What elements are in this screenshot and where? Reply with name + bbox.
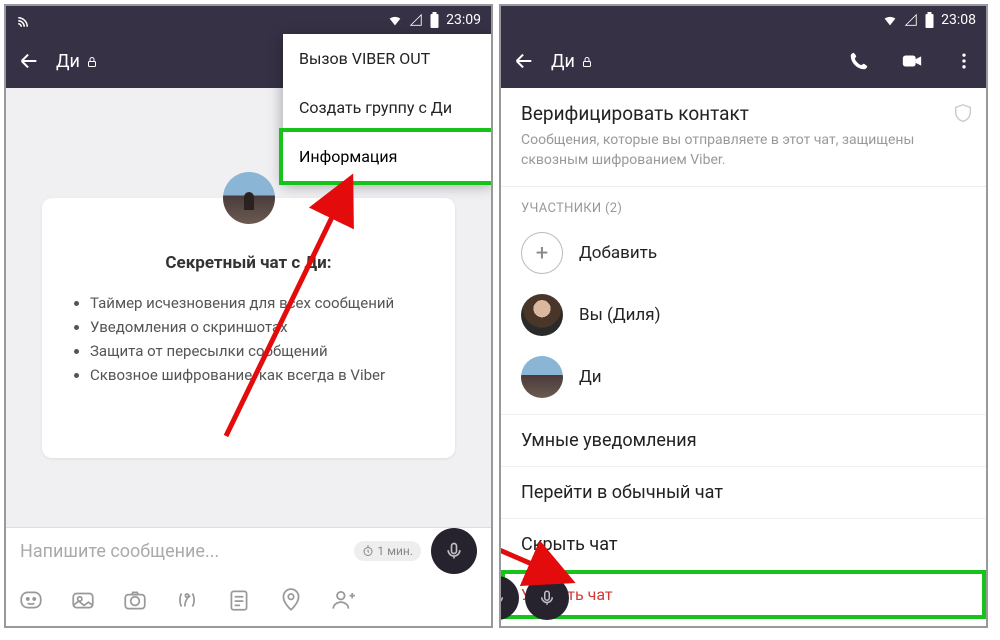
verify-block[interactable]: Верифицировать контакт Сообщения, которы… bbox=[501, 88, 986, 187]
participant-name: Вы (Диля) bbox=[579, 305, 661, 325]
call-icon[interactable] bbox=[848, 50, 870, 72]
lock-icon bbox=[86, 56, 98, 68]
mic-button[interactable] bbox=[525, 576, 569, 620]
setting-hide-chat[interactable]: Скрыть чат bbox=[501, 518, 986, 570]
mic-button[interactable] bbox=[431, 528, 477, 574]
wifi-icon bbox=[387, 12, 403, 28]
chat-title[interactable]: Ди bbox=[551, 51, 832, 72]
list-item: Таймер исчезновения для всех сообщений bbox=[90, 291, 435, 315]
highlight-info: Информация bbox=[279, 128, 493, 185]
timer-pill[interactable]: 1 мин. bbox=[354, 541, 421, 561]
mic-icon bbox=[538, 589, 556, 607]
status-bar: 23:09 bbox=[6, 6, 491, 34]
feature-list: Таймер исчезновения для всех сообщений У… bbox=[62, 291, 435, 387]
secret-chat-card: Секретный чат с Ди: Таймер исчезновения … bbox=[42, 198, 455, 458]
list-item: Защита от пересылки сообщений bbox=[90, 339, 435, 363]
cast-icon bbox=[16, 11, 34, 29]
setting-smart-notifications[interactable]: Умные уведомления bbox=[501, 414, 986, 466]
card-title: Секретный чат с Ди: bbox=[62, 253, 435, 273]
screenshot-right: 23:08 Ди Верифицировать контакт Сообщени… bbox=[499, 4, 988, 628]
menu-information[interactable]: Информация bbox=[283, 132, 493, 181]
back-icon[interactable] bbox=[18, 50, 40, 72]
plus-icon: + bbox=[521, 232, 563, 274]
sticker-icon[interactable] bbox=[18, 587, 44, 613]
composer: Напишите сообщение... 1 мин. bbox=[6, 527, 491, 626]
verify-title: Верифицировать контакт bbox=[521, 102, 966, 125]
lock-icon bbox=[581, 56, 593, 68]
info-body: Верифицировать контакт Сообщения, которы… bbox=[501, 88, 986, 626]
shield-icon bbox=[952, 102, 974, 124]
back-icon[interactable] bbox=[513, 50, 535, 72]
status-bar: 23:08 bbox=[501, 6, 986, 34]
file-icon[interactable] bbox=[226, 587, 252, 613]
avatar bbox=[521, 356, 563, 398]
participant-name: Добавить bbox=[579, 243, 657, 263]
clock: 23:08 bbox=[941, 12, 976, 28]
add-participant[interactable]: + Добавить bbox=[501, 222, 986, 284]
menu-viber-out[interactable]: Вызов VIBER OUT bbox=[283, 34, 493, 83]
camera-icon[interactable] bbox=[122, 587, 148, 613]
menu-create-group[interactable]: Создать группу с Ди bbox=[283, 83, 493, 132]
participant-name: Ди bbox=[579, 367, 602, 387]
mic-button[interactable] bbox=[501, 576, 519, 620]
list-item: Уведомления о скриншотах bbox=[90, 315, 435, 339]
share-contact-icon[interactable] bbox=[330, 587, 356, 613]
verify-subtitle: Сообщения, которые вы отправляете в этот… bbox=[521, 131, 966, 170]
gif-icon[interactable] bbox=[174, 587, 200, 613]
participant-row[interactable]: Ди bbox=[501, 346, 986, 408]
avatar bbox=[521, 294, 563, 336]
list-item: Сквозное шифрование, как всегда в Viber bbox=[90, 363, 435, 387]
battery-icon bbox=[924, 12, 935, 28]
battery-icon bbox=[429, 12, 440, 28]
signal-icon bbox=[904, 13, 918, 27]
app-bar: Ди bbox=[501, 34, 986, 88]
participant-row[interactable]: Вы (Диля) bbox=[501, 284, 986, 346]
mic-icon bbox=[501, 589, 506, 607]
setting-delete-chat[interactable]: Удалить чат bbox=[501, 570, 986, 619]
message-input[interactable]: Напишите сообщение... bbox=[20, 541, 344, 562]
more-icon[interactable] bbox=[954, 50, 974, 72]
avatar bbox=[223, 172, 275, 224]
setting-regular-chat[interactable]: Перейти в обычный чат bbox=[501, 466, 986, 518]
overflow-menu: Вызов VIBER OUT Создать группу с Ди Инфо… bbox=[283, 34, 493, 181]
gallery-icon[interactable] bbox=[70, 587, 96, 613]
screenshot-left: 23:09 Ди Вызов VIBER OUT Создать группу … bbox=[4, 4, 493, 628]
wifi-icon bbox=[882, 12, 898, 28]
clock: 23:09 bbox=[446, 12, 481, 28]
signal-icon bbox=[409, 13, 423, 27]
video-icon[interactable] bbox=[900, 50, 924, 72]
mic-icon bbox=[444, 541, 464, 561]
participants-label: УЧАСТНИКИ (2) bbox=[501, 187, 986, 222]
location-icon[interactable] bbox=[278, 587, 304, 613]
timer-icon bbox=[362, 545, 374, 557]
